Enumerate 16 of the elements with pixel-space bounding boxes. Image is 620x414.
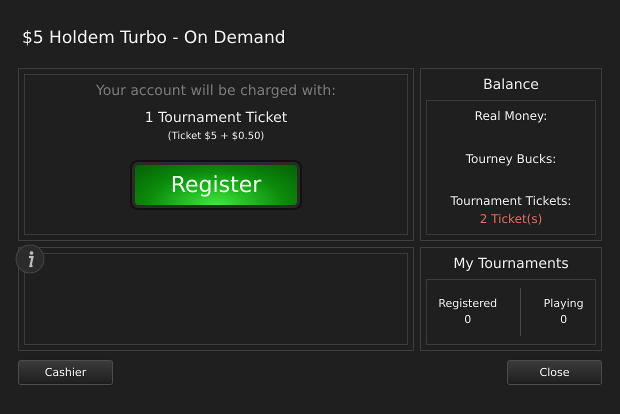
cashier-button[interactable]: Cashier [18, 360, 113, 386]
stat-label: Playing [544, 296, 584, 312]
stat-label: Registered [438, 296, 498, 312]
window-title: $5 Holdem Turbo - On Demand [22, 28, 287, 48]
charge-item: 1 Tournament Ticket [144, 109, 288, 128]
balance-title: Balance [482, 76, 540, 96]
balance-label: Tourney Bucks: [466, 150, 556, 168]
stat-value: 0 [463, 312, 472, 328]
charge-intro: Your account will be charged with: [96, 82, 336, 102]
charge-detail: (Ticket $5 + $0.50) [168, 130, 264, 144]
balance-label: Tournament Tickets: [450, 193, 572, 210]
balance-value: 2 Ticket(s) [478, 211, 544, 228]
stat-value: 0 [559, 312, 568, 328]
balance-label: Real Money: [474, 108, 548, 126]
close-button[interactable]: Close [507, 360, 602, 386]
my-tournaments-title: My Tournaments [452, 255, 570, 274]
